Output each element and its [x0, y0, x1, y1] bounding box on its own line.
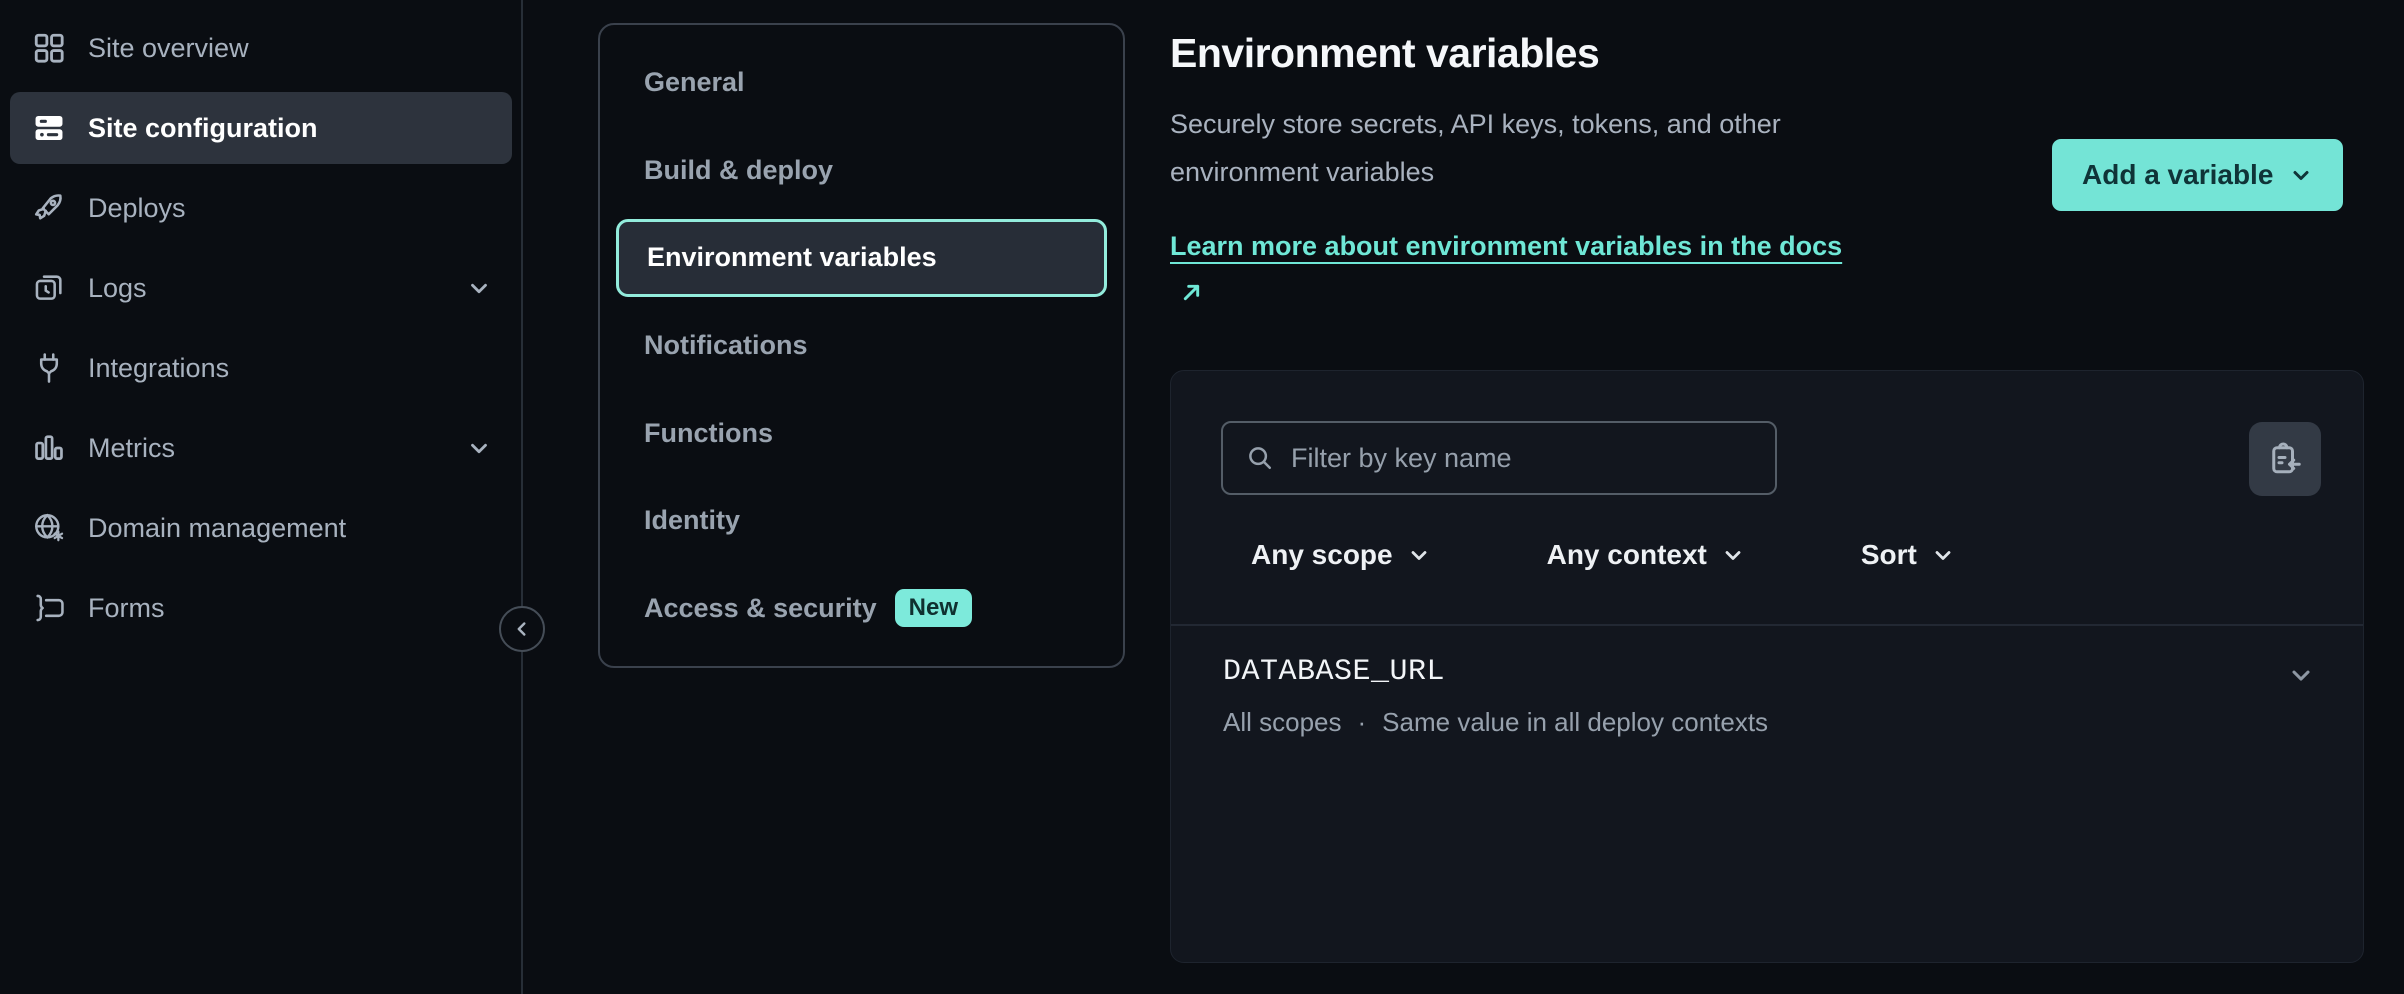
sidebar-item-deploys[interactable]: Deploys: [10, 172, 512, 244]
logs-icon: [30, 269, 68, 307]
bar-chart-icon: [30, 429, 68, 467]
add-variable-button[interactable]: Add a variable: [2052, 139, 2343, 211]
subnav-item-label: Notifications: [644, 330, 808, 361]
env-variable-context: Same value in all deploy contexts: [1382, 707, 1768, 738]
subnav-item-build-deploy[interactable]: Build & deploy: [616, 127, 1107, 215]
subnav-item-label: General: [644, 67, 745, 98]
docs-link[interactable]: Learn more about environment variables i…: [1170, 222, 1860, 318]
form-input-icon: [30, 589, 68, 627]
sidebar-item-domain-management[interactable]: Domain management: [10, 492, 512, 564]
chevron-down-icon: [466, 275, 492, 301]
sidebar: Site overview Site configuration Deploys: [0, 0, 522, 994]
clipboard-import-icon: [2267, 441, 2303, 477]
sidebar-item-site-configuration[interactable]: Site configuration: [10, 92, 512, 164]
rocket-icon: [30, 189, 68, 227]
sidebar-item-label: Deploys: [88, 193, 186, 224]
subnav-item-identity[interactable]: Identity: [616, 477, 1107, 565]
search-icon: [1245, 443, 1275, 473]
sidebar-item-label: Integrations: [88, 353, 229, 384]
environment-variables-card: Any scope Any context Sort DATABASE_URL …: [1170, 370, 2364, 963]
subnav-item-access-security[interactable]: Access & security New: [616, 564, 1107, 652]
plug-icon: [30, 349, 68, 387]
card-divider: [1171, 624, 2363, 626]
context-filter-dropdown[interactable]: Any context: [1547, 539, 1745, 571]
sidebar-item-metrics[interactable]: Metrics: [10, 412, 512, 484]
filter-key-input[interactable]: [1291, 443, 1753, 474]
filters-row: Any scope Any context Sort: [1251, 539, 1955, 571]
sidebar-item-label: Site configuration: [88, 113, 318, 144]
add-variable-label: Add a variable: [2082, 159, 2273, 191]
sidebar-item-label: Metrics: [88, 433, 175, 464]
settings-subnav: General Build & deploy Environment varia…: [598, 23, 1125, 668]
sidebar-item-site-overview[interactable]: Site overview: [10, 12, 512, 84]
chevron-left-icon: [511, 618, 533, 640]
docs-link-text: Learn more about environment variables i…: [1170, 231, 1842, 261]
subnav-item-label: Access & security: [644, 593, 877, 624]
chevron-down-icon: [2287, 661, 2315, 689]
sidebar-item-label: Forms: [88, 593, 165, 624]
sort-dropdown[interactable]: Sort: [1861, 539, 1955, 571]
chevron-down-icon: [1407, 543, 1431, 567]
env-variable-scopes: All scopes: [1223, 707, 1342, 738]
scope-filter-dropdown[interactable]: Any scope: [1251, 539, 1431, 571]
external-link-arrow-icon: [1178, 279, 1205, 306]
chevron-down-icon: [1931, 543, 1955, 567]
subnav-item-functions[interactable]: Functions: [616, 389, 1107, 477]
subnav-item-notifications[interactable]: Notifications: [616, 302, 1107, 390]
sidebar-item-label: Site overview: [88, 33, 249, 64]
subnav-item-label: Identity: [644, 505, 740, 536]
sidebar-item-logs[interactable]: Logs: [10, 252, 512, 324]
sidebar-divider: [521, 0, 523, 994]
scope-filter-label: Any scope: [1251, 539, 1393, 571]
globe-icon: [30, 509, 68, 547]
filter-input-wrapper: [1221, 421, 1777, 495]
env-variable-row[interactable]: DATABASE_URL All scopes · Same value in …: [1223, 655, 2323, 738]
chevron-down-icon: [1721, 543, 1745, 567]
import-variables-button[interactable]: [2249, 422, 2321, 496]
new-badge: New: [895, 589, 972, 627]
sidebar-item-label: Logs: [88, 273, 147, 304]
sidebar-item-integrations[interactable]: Integrations: [10, 332, 512, 404]
subnav-item-label: Functions: [644, 418, 773, 449]
sidebar-item-forms[interactable]: Forms: [10, 572, 512, 644]
subnav-item-label: Build & deploy: [644, 155, 833, 186]
page-title: Environment variables: [1170, 30, 1599, 77]
env-variable-key: DATABASE_URL: [1223, 655, 2323, 689]
sidebar-collapse-button[interactable]: [499, 606, 545, 652]
chevron-down-icon: [466, 435, 492, 461]
grid-icon: [30, 29, 68, 67]
env-variable-meta: All scopes · Same value in all deploy co…: [1223, 707, 2323, 738]
chevron-down-icon: [2289, 163, 2313, 187]
meta-separator: ·: [1358, 707, 1367, 738]
sort-label: Sort: [1861, 539, 1917, 571]
subnav-item-label: Environment variables: [647, 242, 937, 273]
context-filter-label: Any context: [1547, 539, 1707, 571]
server-icon: [30, 109, 68, 147]
page-description: Securely store secrets, API keys, tokens…: [1170, 100, 1910, 196]
subnav-item-general[interactable]: General: [616, 39, 1107, 127]
sidebar-item-label: Domain management: [88, 513, 346, 544]
subnav-item-environment-variables[interactable]: Environment variables: [616, 219, 1107, 297]
